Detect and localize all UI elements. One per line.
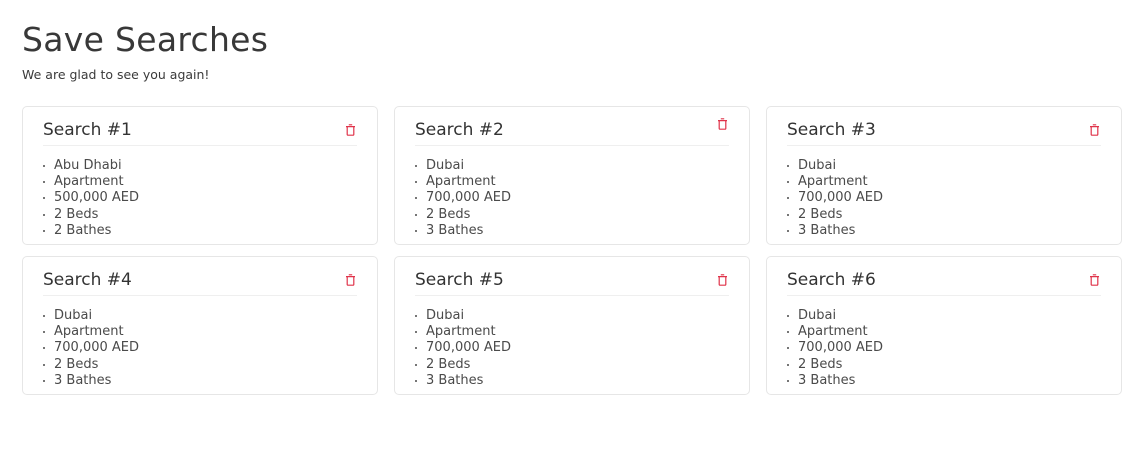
criteria-baths: 2 Bathes: [43, 223, 139, 239]
criteria-baths: 3 Bathes: [415, 373, 511, 389]
trash-icon: [1089, 274, 1099, 286]
delete-search-button[interactable]: [715, 273, 729, 287]
search-card-grid: Search #1 Abu Dhabi Apartment 500,000 AE…: [22, 106, 1122, 395]
trash-icon: [345, 274, 355, 286]
card-header: Search #1: [43, 119, 357, 146]
trash-icon: [1089, 124, 1099, 136]
card-title: Search #2: [415, 120, 504, 140]
criteria-beds: 2 Beds: [415, 357, 511, 373]
criteria-property-type: Apartment: [787, 324, 883, 340]
delete-search-button[interactable]: [1087, 123, 1101, 137]
delete-search-button[interactable]: [715, 117, 729, 131]
criteria-beds: 2 Beds: [43, 357, 139, 373]
criteria-location: Dubai: [415, 308, 511, 324]
criteria-property-type: Apartment: [415, 174, 511, 190]
criteria-price: 700,000 AED: [787, 190, 883, 206]
search-criteria-list: Dubai Apartment 700,000 AED 2 Beds 3 Bat…: [415, 158, 511, 239]
search-card: Search #1 Abu Dhabi Apartment 500,000 AE…: [22, 106, 378, 245]
search-card: Search #3 Dubai Apartment 700,000 AED 2 …: [766, 106, 1122, 245]
criteria-location: Abu Dhabi: [43, 158, 139, 174]
search-criteria-list: Dubai Apartment 700,000 AED 2 Beds 3 Bat…: [787, 158, 883, 239]
page-subtitle: We are glad to see you again!: [22, 67, 210, 82]
card-header: Search #2: [415, 117, 729, 146]
trash-icon: [345, 124, 355, 136]
search-criteria-list: Dubai Apartment 700,000 AED 2 Beds 3 Bat…: [787, 308, 883, 389]
card-header: Search #5: [415, 269, 729, 296]
criteria-location: Dubai: [415, 158, 511, 174]
criteria-location: Dubai: [787, 308, 883, 324]
page-title: Save Searches: [22, 20, 269, 59]
card-title: Search #5: [415, 270, 504, 290]
criteria-beds: 2 Beds: [415, 207, 511, 223]
card-header: Search #3: [787, 119, 1101, 146]
search-card: Search #5 Dubai Apartment 700,000 AED 2 …: [394, 256, 750, 395]
criteria-baths: 3 Bathes: [787, 373, 883, 389]
search-criteria-list: Dubai Apartment 700,000 AED 2 Beds 3 Bat…: [43, 308, 139, 389]
search-card: Search #2 Dubai Apartment 700,000 AED 2 …: [394, 106, 750, 245]
card-header: Search #6: [787, 269, 1101, 296]
delete-search-button[interactable]: [343, 123, 357, 137]
criteria-baths: 3 Bathes: [787, 223, 883, 239]
criteria-baths: 3 Bathes: [43, 373, 139, 389]
card-title: Search #6: [787, 270, 876, 290]
delete-search-button[interactable]: [343, 273, 357, 287]
card-title: Search #3: [787, 120, 876, 140]
criteria-beds: 2 Beds: [43, 207, 139, 223]
search-card: Search #4 Dubai Apartment 700,000 AED 2 …: [22, 256, 378, 395]
criteria-beds: 2 Beds: [787, 207, 883, 223]
card-header: Search #4: [43, 269, 357, 296]
search-criteria-list: Abu Dhabi Apartment 500,000 AED 2 Beds 2…: [43, 158, 139, 239]
criteria-price: 500,000 AED: [43, 190, 139, 206]
search-criteria-list: Dubai Apartment 700,000 AED 2 Beds 3 Bat…: [415, 308, 511, 389]
criteria-property-type: Apartment: [43, 324, 139, 340]
criteria-property-type: Apartment: [43, 174, 139, 190]
criteria-property-type: Apartment: [787, 174, 883, 190]
trash-icon: [717, 118, 727, 130]
criteria-price: 700,000 AED: [787, 340, 883, 356]
criteria-price: 700,000 AED: [415, 340, 511, 356]
criteria-location: Dubai: [43, 308, 139, 324]
criteria-location: Dubai: [787, 158, 883, 174]
search-card: Search #6 Dubai Apartment 700,000 AED 2 …: [766, 256, 1122, 395]
criteria-property-type: Apartment: [415, 324, 511, 340]
card-title: Search #4: [43, 270, 132, 290]
criteria-beds: 2 Beds: [787, 357, 883, 373]
card-title: Search #1: [43, 120, 132, 140]
trash-icon: [717, 274, 727, 286]
criteria-baths: 3 Bathes: [415, 223, 511, 239]
criteria-price: 700,000 AED: [43, 340, 139, 356]
delete-search-button[interactable]: [1087, 273, 1101, 287]
saved-searches-page: Save Searches We are glad to see you aga…: [0, 0, 1144, 460]
criteria-price: 700,000 AED: [415, 190, 511, 206]
